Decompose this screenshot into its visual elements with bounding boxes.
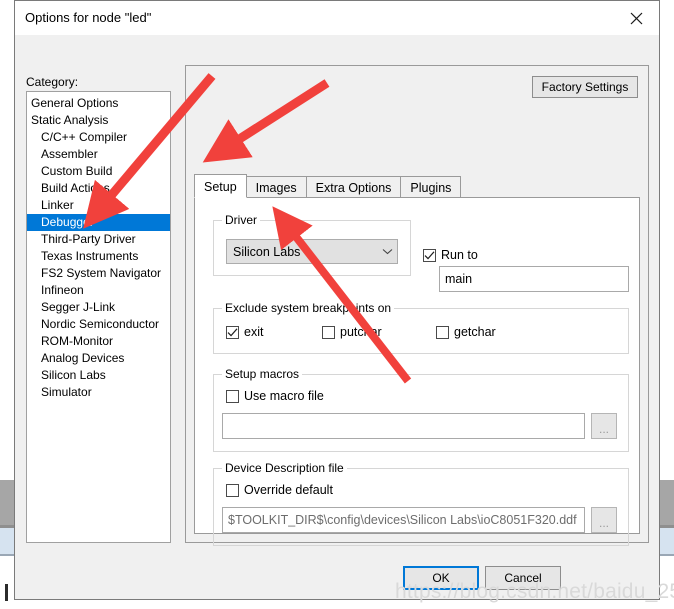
device-description-input[interactable]: $TOOLKIT_DIR$\config\devices\Silicon Lab… (222, 507, 585, 533)
driver-select[interactable]: Silicon Labs (226, 239, 398, 264)
category-item-fs2-system-navigator[interactable]: FS2 System Navigator (27, 265, 170, 282)
driver-group: Driver Silicon Labs (213, 213, 411, 276)
category-item-analog-devices[interactable]: Analog Devices (27, 350, 170, 367)
category-item-debugger[interactable]: Debugger (27, 214, 170, 231)
exclude-putchar-checkbox-box (322, 325, 335, 339)
dialog-title: Options for node "led" (25, 10, 152, 25)
use-macro-file-checkbox-box (226, 389, 239, 403)
run-to-checkbox-box (423, 248, 436, 262)
category-item-build-actions[interactable]: Build Actions (27, 180, 170, 197)
category-item-infineon[interactable]: Infineon (27, 282, 170, 299)
tab-setup[interactable]: Setup (194, 174, 247, 198)
category-item-custom-build[interactable]: Custom Build (27, 163, 170, 180)
exclude-breakpoints-group: Exclude system breakpoints on exit putch… (213, 301, 629, 354)
exclude-getchar-checkbox[interactable]: getchar (436, 325, 496, 339)
background-right-strip (660, 0, 674, 609)
exclude-exit-checkbox[interactable]: exit (226, 325, 263, 339)
tab-images[interactable]: Images (245, 176, 307, 198)
category-item-segger-j-link[interactable]: Segger J-Link (27, 299, 170, 316)
exclude-getchar-label: getchar (454, 325, 496, 339)
category-item-nordic-semiconductor[interactable]: Nordic Semiconductor (27, 316, 170, 333)
device-description-group: Device Description file Override default… (213, 461, 629, 546)
dialog-titlebar: Options for node "led" (15, 1, 659, 35)
exclude-getchar-checkbox-box (436, 325, 449, 339)
category-label: Category: (26, 75, 79, 89)
tab-plugins[interactable]: Plugins (400, 176, 462, 198)
override-default-label: Override default (244, 483, 333, 497)
run-to-checkbox[interactable]: Run to (423, 248, 478, 262)
exclude-putchar-checkbox[interactable]: putchar (322, 325, 382, 339)
cancel-button[interactable]: Cancel (485, 566, 561, 590)
category-item-texas-instruments[interactable]: Texas Instruments (27, 248, 170, 265)
driver-group-title: Driver (222, 213, 260, 227)
driver-select-value: Silicon Labs (233, 244, 301, 259)
dialog-body: Category: General Options Static Analysi… (15, 35, 659, 599)
category-item-c-cpp-compiler[interactable]: C/C++ Compiler (27, 129, 170, 146)
ok-button[interactable]: OK (403, 566, 479, 590)
category-listbox[interactable]: General Options Static Analysis C/C++ Co… (26, 91, 171, 543)
override-default-checkbox-box (226, 483, 239, 497)
run-to-label: Run to (441, 248, 478, 262)
close-icon[interactable] (614, 1, 659, 35)
tab-page-setup: Driver Silicon Labs Run to main Exclude … (194, 197, 640, 546)
category-item-third-party-driver[interactable]: Third-Party Driver (27, 231, 170, 248)
use-macro-file-label: Use macro file (244, 389, 324, 403)
macro-file-browse-button[interactable]: ... (591, 413, 617, 439)
tabstrip: Setup Images Extra Options Plugins (194, 174, 462, 198)
category-item-linker[interactable]: Linker (27, 197, 170, 214)
override-default-checkbox[interactable]: Override default (226, 483, 333, 497)
options-panel: Factory Settings Setup Images Extra Opti… (185, 65, 649, 546)
device-description-browse-button[interactable]: ... (591, 507, 617, 533)
category-item-rom-monitor[interactable]: ROM-Monitor (27, 333, 170, 350)
factory-settings-button[interactable]: Factory Settings (532, 76, 638, 98)
category-item-assembler[interactable]: Assembler (27, 146, 170, 163)
category-item-silicon-labs[interactable]: Silicon Labs (27, 367, 170, 384)
category-item-general-options[interactable]: General Options (27, 95, 170, 112)
device-description-group-title: Device Description file (222, 461, 347, 475)
use-macro-file-checkbox[interactable]: Use macro file (226, 389, 324, 403)
background-left-strip (0, 0, 14, 609)
exclude-putchar-label: putchar (340, 325, 382, 339)
chevron-down-icon (377, 248, 397, 255)
macro-file-input[interactable] (222, 413, 585, 439)
category-item-simulator[interactable]: Simulator (27, 384, 170, 401)
exclude-breakpoints-group-title: Exclude system breakpoints on (222, 301, 395, 315)
category-item-static-analysis[interactable]: Static Analysis (27, 112, 170, 129)
options-dialog: Options for node "led" Category: General… (14, 0, 660, 600)
setup-macros-group-title: Setup macros (222, 367, 303, 381)
setup-macros-group: Setup macros Use macro file ... (213, 367, 629, 452)
exclude-exit-label: exit (244, 325, 264, 339)
run-to-input[interactable]: main (439, 266, 629, 292)
exclude-exit-checkbox-box (226, 325, 239, 339)
tab-extra-options[interactable]: Extra Options (305, 176, 402, 198)
